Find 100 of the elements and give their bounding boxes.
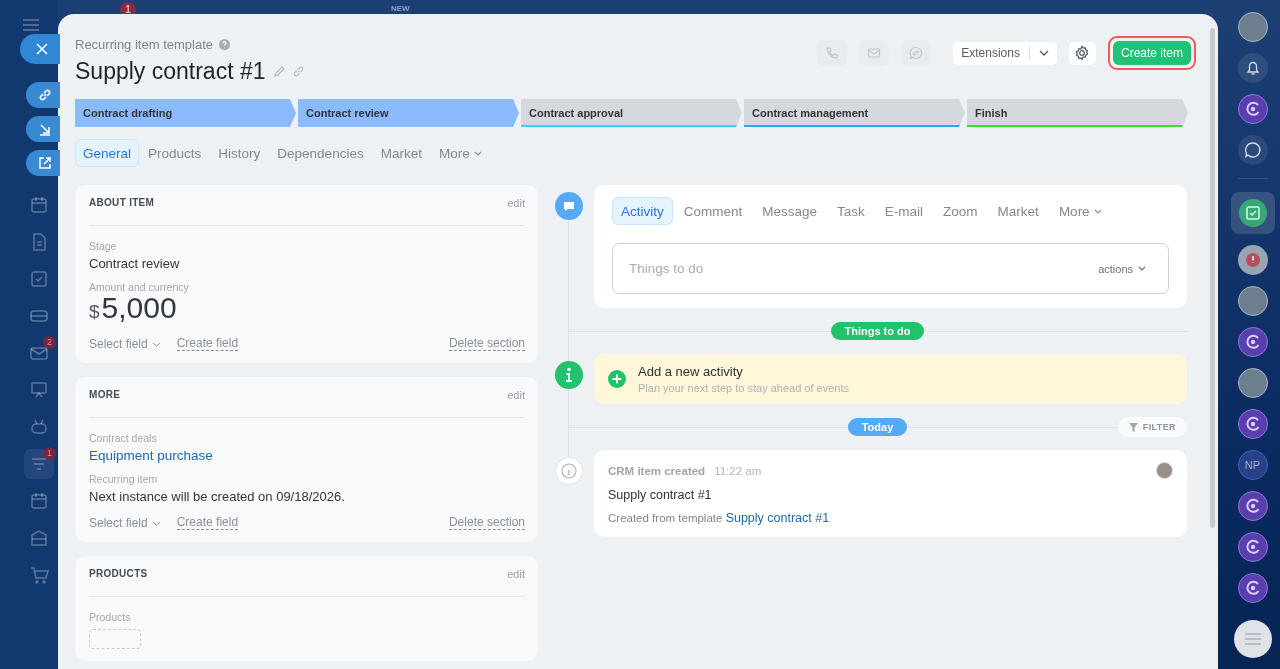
activity-tab[interactable]: Zoom — [934, 197, 987, 225]
assistant-icon[interactable] — [1237, 94, 1268, 124]
edit-link[interactable]: edit — [507, 568, 525, 580]
pipeline-stage[interactable]: Contract review — [298, 99, 519, 127]
assistant-icon[interactable] — [1237, 573, 1268, 603]
notifications-icon[interactable] — [1237, 53, 1268, 83]
activity-tab[interactable]: Task — [828, 197, 874, 225]
user-avatar[interactable] — [1237, 368, 1268, 398]
activity-tab[interactable]: More — [1049, 197, 1111, 225]
assistant-icon[interactable] — [1237, 409, 1268, 439]
pipeline-stage[interactable]: Contract management — [744, 99, 965, 127]
section-pill: Things to do — [830, 322, 925, 340]
activity-tab[interactable]: Comment — [674, 197, 752, 225]
new-activity-title: Add a new activity — [638, 364, 744, 379]
assistant-icon[interactable] — [1237, 491, 1268, 521]
new-activity-card[interactable]: Add a new activity Plan your next step to stay ahead of events — [594, 354, 1187, 404]
field-value: Contract review — [89, 256, 181, 271]
notification-badge: 1 — [120, 2, 136, 14]
scrollbar[interactable] — [1210, 28, 1215, 528]
field-value: Next instance will be created on 09/18/2026. — [89, 489, 346, 504]
create-field-link[interactable]: Create field — [176, 337, 239, 351]
select-field-dropdown[interactable]: Select field — [89, 516, 161, 530]
activity-tab[interactable]: E-mail — [875, 197, 933, 225]
delete-section-link[interactable]: Delete section — [448, 516, 525, 530]
board-icon — [29, 380, 49, 400]
edit-link[interactable]: edit — [507, 389, 525, 401]
select-field-dropdown[interactable]: Select field — [89, 337, 161, 351]
copy-link-button[interactable] — [26, 82, 60, 108]
tab[interactable]: Market — [372, 139, 430, 167]
list-menu-button[interactable] — [1233, 620, 1272, 658]
field-label: Products — [89, 611, 132, 623]
activity-tab[interactable]: Activity — [612, 197, 673, 225]
comment-icon — [555, 192, 583, 220]
nav-item[interactable]: 1 — [24, 449, 54, 479]
pipeline-stage[interactable]: Contract drafting — [75, 99, 296, 127]
tab[interactable]: History — [210, 139, 269, 167]
page-subtitle: Recurring item template — [75, 36, 213, 52]
user-avatar[interactable] — [1237, 12, 1268, 42]
tab[interactable]: Products — [140, 139, 210, 167]
chat-icon[interactable] — [1237, 135, 1268, 165]
assistant-icon[interactable] — [1237, 532, 1268, 562]
alert-icon[interactable] — [1237, 245, 1268, 275]
close-button[interactable] — [20, 34, 60, 64]
add-icon[interactable] — [608, 370, 626, 388]
entry-note: Created from template — [608, 512, 723, 524]
section-title: ABOUT ITEM — [89, 197, 155, 208]
actions-dropdown[interactable]: actions — [1092, 261, 1152, 276]
todo-input[interactable]: Things to do actions — [612, 243, 1169, 294]
assistant-icon[interactable] — [1237, 327, 1268, 357]
create-field-link[interactable]: Create field — [176, 516, 239, 530]
caret-icon — [1138, 266, 1146, 271]
robot-icon — [29, 417, 49, 437]
field-label: Recurring item — [89, 473, 159, 485]
new-label: NEW — [391, 4, 410, 13]
open-new-window-button[interactable] — [26, 150, 60, 176]
field-label: Stage — [89, 240, 118, 252]
field-link[interactable]: Equipment purchase — [89, 448, 525, 463]
template-link[interactable]: Supply contract #1 — [725, 511, 830, 525]
count-badge: 2 — [43, 336, 56, 349]
help-icon[interactable] — [219, 38, 230, 50]
settings-icon — [1074, 45, 1091, 61]
tab[interactable]: More — [430, 139, 490, 167]
info-icon — [555, 361, 583, 389]
currency-symbol: $ — [89, 301, 100, 323]
list-icon — [1243, 633, 1262, 645]
page-title: Supply contract #1 — [75, 58, 266, 85]
cart-icon — [29, 565, 49, 585]
filter-button[interactable]: FILTER — [1117, 417, 1187, 437]
field-label: Contract deals — [89, 432, 158, 444]
user-avatar[interactable] — [1156, 462, 1173, 479]
amount-value: 5,000 — [101, 291, 177, 325]
user-initials[interactable]: NP — [1237, 450, 1268, 480]
extensions-dropdown[interactable]: Extensions — [953, 41, 1057, 65]
edit-link[interactable]: edit — [507, 197, 525, 209]
user-avatar[interactable] — [1237, 286, 1268, 316]
tasks-button[interactable] — [1230, 192, 1275, 234]
chat-icon — [909, 46, 924, 60]
date-pill: Today — [847, 418, 908, 436]
calendar-icon — [29, 195, 49, 215]
tab[interactable]: General — [75, 139, 140, 167]
external-link-icon — [38, 156, 52, 170]
activity-tab[interactable]: Market — [988, 197, 1048, 225]
delete-section-link[interactable]: Delete section — [448, 337, 525, 351]
settings-button[interactable] — [1068, 41, 1096, 65]
phone-icon — [825, 46, 840, 60]
tab[interactable]: Dependencies — [269, 139, 372, 167]
arrow-down-icon — [38, 122, 52, 136]
pencil-icon[interactable] — [272, 65, 285, 78]
entry-text: Supply contract #1 — [608, 488, 713, 502]
new-activity-hint: Plan your next step to stay ahead of events — [638, 382, 849, 394]
pipeline-stage[interactable]: Finish — [967, 99, 1188, 127]
storage-icon — [29, 528, 49, 548]
link-icon[interactable] — [291, 65, 305, 78]
activity-tab[interactable]: Message — [753, 197, 827, 225]
task-icon — [1238, 199, 1267, 227]
pipeline-stage[interactable]: Contract approval — [521, 99, 742, 127]
create-item-button[interactable]: Create item — [1112, 41, 1191, 65]
nav-item[interactable]: 2 — [24, 338, 54, 368]
menu-icon[interactable] — [22, 18, 40, 32]
minimize-button[interactable] — [26, 116, 60, 142]
